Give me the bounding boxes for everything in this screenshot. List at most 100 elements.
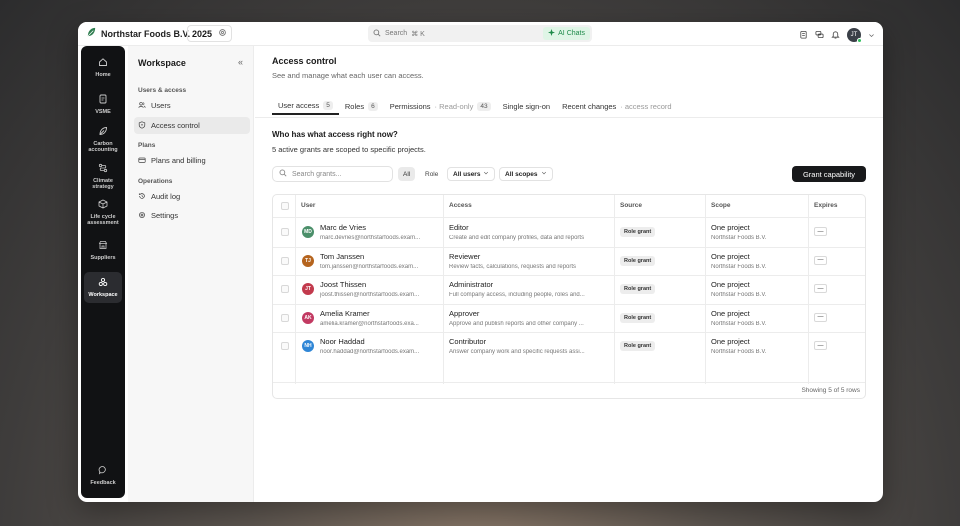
header-scope[interactable]: Scope xyxy=(711,202,731,209)
year-label: 2025 xyxy=(192,28,213,39)
sidebar-item-access-control[interactable]: Access control xyxy=(134,117,250,134)
user-name: Amelia Kramer xyxy=(320,308,370,318)
access-role: Administrator xyxy=(449,280,494,289)
sidebar-item-label: Access control xyxy=(151,121,200,130)
header-expires[interactable]: Expires xyxy=(814,202,838,209)
user-email: tom.janssen@northstarfoods.exam... xyxy=(320,263,419,270)
search-icon xyxy=(279,169,287,179)
tab-divider xyxy=(255,117,883,118)
rail-item-climate-strategy[interactable]: Climate strategy xyxy=(84,163,122,191)
user-avatar[interactable]: JT xyxy=(847,28,862,43)
access-table: User Access Source Scope Expires MD Marc … xyxy=(272,194,866,399)
rail-item-workspace[interactable]: Workspace xyxy=(84,272,122,303)
filter-users-label: All users xyxy=(453,170,481,178)
global-search[interactable]: Search ⌘ K AI Chats xyxy=(368,25,592,42)
rail-item-life-cycle-assessment[interactable]: Life cycle assessment xyxy=(84,199,122,227)
history-icon xyxy=(138,192,146,202)
chat-bubbles-icon[interactable] xyxy=(815,26,824,44)
tab-roles[interactable]: Roles 6 xyxy=(339,97,384,115)
avatar: AK xyxy=(302,311,314,324)
tab-single-sign-on[interactable]: Single sign-on xyxy=(497,97,557,115)
row-checkbox[interactable] xyxy=(281,313,289,322)
grant-search-input[interactable]: Search grants... xyxy=(272,166,393,182)
expires-value: — xyxy=(814,284,827,293)
leaf-icon xyxy=(98,126,108,141)
year-selector[interactable]: 2025 xyxy=(187,25,233,42)
shield-icon xyxy=(138,120,146,131)
search-icon xyxy=(373,29,381,39)
expires-value: — xyxy=(814,341,827,350)
sidebar-item-label: Settings xyxy=(151,211,179,220)
scope-label: One project xyxy=(711,280,750,289)
tab-label: User access xyxy=(278,100,320,110)
user-email: marc.devries@northstarfoods.exam... xyxy=(320,235,421,241)
user-email: joost.thissen@northstarfoods.exam... xyxy=(320,292,420,298)
avatar-initials: NH xyxy=(304,343,312,349)
table-row[interactable]: TJ Tom Janssen tom.janssen@northstarfoods.… xyxy=(273,247,865,276)
footer-divider xyxy=(273,382,865,383)
tab-bar: User access 5 Roles 6 Permissions · Read… xyxy=(272,97,678,115)
sidebar-item-users[interactable]: Users xyxy=(134,97,250,114)
avatar-initials: JT xyxy=(305,286,311,292)
tab-note: · Read-only xyxy=(434,101,474,111)
rail-label-home: Home xyxy=(95,71,111,78)
filter-all[interactable]: All xyxy=(398,167,416,181)
grant-capability-button[interactable]: Grant capability xyxy=(792,166,866,182)
company-switcher[interactable]: Northstar Foods B.V. xyxy=(86,27,190,40)
clipboard-icon[interactable] xyxy=(799,26,808,44)
filter-users-dropdown[interactable]: All users xyxy=(447,167,496,181)
tab-label: Roles xyxy=(344,101,365,111)
sidebar-item-plans-billing[interactable]: Plans and billing xyxy=(134,152,250,169)
row-checkbox[interactable] xyxy=(281,256,289,265)
access-role: Reviewer xyxy=(449,251,481,261)
search-placeholder: Search xyxy=(385,30,408,37)
scope-label: One project xyxy=(711,251,750,261)
tab-user-access[interactable]: User access 5 xyxy=(272,97,339,115)
ai-chats-button[interactable]: AI Chats xyxy=(543,27,590,40)
page-subtitle: See and manage what each user can access… xyxy=(272,71,424,80)
access-role: Editor xyxy=(449,223,469,232)
report-icon xyxy=(98,94,108,109)
row-checkbox[interactable] xyxy=(281,228,289,236)
chevron-down-icon[interactable] xyxy=(868,26,875,44)
access-description: Review facts, calculations, requests and… xyxy=(449,263,577,270)
store-icon xyxy=(98,240,108,255)
section-users-access: Users & access xyxy=(138,87,187,94)
filter-role[interactable]: Role xyxy=(420,167,443,181)
table-row[interactable]: MD Marc de Vries marc.devries@northstarfoo… xyxy=(273,218,865,247)
table-row[interactable]: NH Noor Haddad noor.haddad@northstarfoods.… xyxy=(273,332,865,361)
gear-icon[interactable] xyxy=(218,28,227,39)
table-row[interactable]: AK Amelia Kramer amelia.kramer@northstarfo… xyxy=(273,304,865,333)
header-access[interactable]: Access xyxy=(449,202,472,209)
row-checkbox[interactable] xyxy=(281,342,289,350)
bell-icon[interactable] xyxy=(831,26,840,44)
user-initials: JT xyxy=(850,32,858,38)
select-all-checkbox[interactable] xyxy=(281,202,289,210)
rail-item-suppliers[interactable]: Suppliers xyxy=(84,240,122,261)
rail-item-feedback[interactable]: Feedback xyxy=(84,465,122,486)
source-badge: Role grant xyxy=(620,284,656,294)
table-row[interactable]: JT Joost Thissen joost.thissen@northstarfo… xyxy=(273,275,865,304)
row-checkbox[interactable] xyxy=(281,285,289,293)
tab-recent-changes[interactable]: Recent changes · access record xyxy=(556,97,677,115)
rail-label-workspace: Workspace xyxy=(88,291,118,298)
sidebar-item-settings[interactable]: Settings xyxy=(134,207,250,224)
rail-item-vsme[interactable]: VSME xyxy=(84,94,122,115)
leaf-logo-icon xyxy=(86,27,97,40)
header-source[interactable]: Source xyxy=(620,202,642,209)
user-email: noor.haddad@northstarfoods.exam... xyxy=(320,349,420,355)
rail-item-home[interactable]: Home xyxy=(84,57,122,78)
search-shortcut: ⌘ K xyxy=(411,30,425,38)
sidebar-item-label: Plans and billing xyxy=(151,156,206,165)
tab-count: 6 xyxy=(368,101,378,111)
header-user[interactable]: User xyxy=(301,202,315,209)
access-description: Create and edit company profiles, data a… xyxy=(449,235,585,241)
collapse-sidebar-button[interactable]: « xyxy=(238,57,243,67)
filter-scopes-dropdown[interactable]: All scopes xyxy=(499,167,553,181)
sidebar-item-audit-log[interactable]: Audit log xyxy=(134,188,250,205)
rail-label-carbon-accounting: Carbon accounting xyxy=(88,140,118,154)
sparkle-icon xyxy=(548,29,556,38)
sidebar-item-label: Users xyxy=(151,101,171,110)
tab-permissions[interactable]: Permissions · Read-only 43 xyxy=(384,97,497,115)
rail-item-carbon-accounting[interactable]: Carbon accounting xyxy=(84,126,122,154)
